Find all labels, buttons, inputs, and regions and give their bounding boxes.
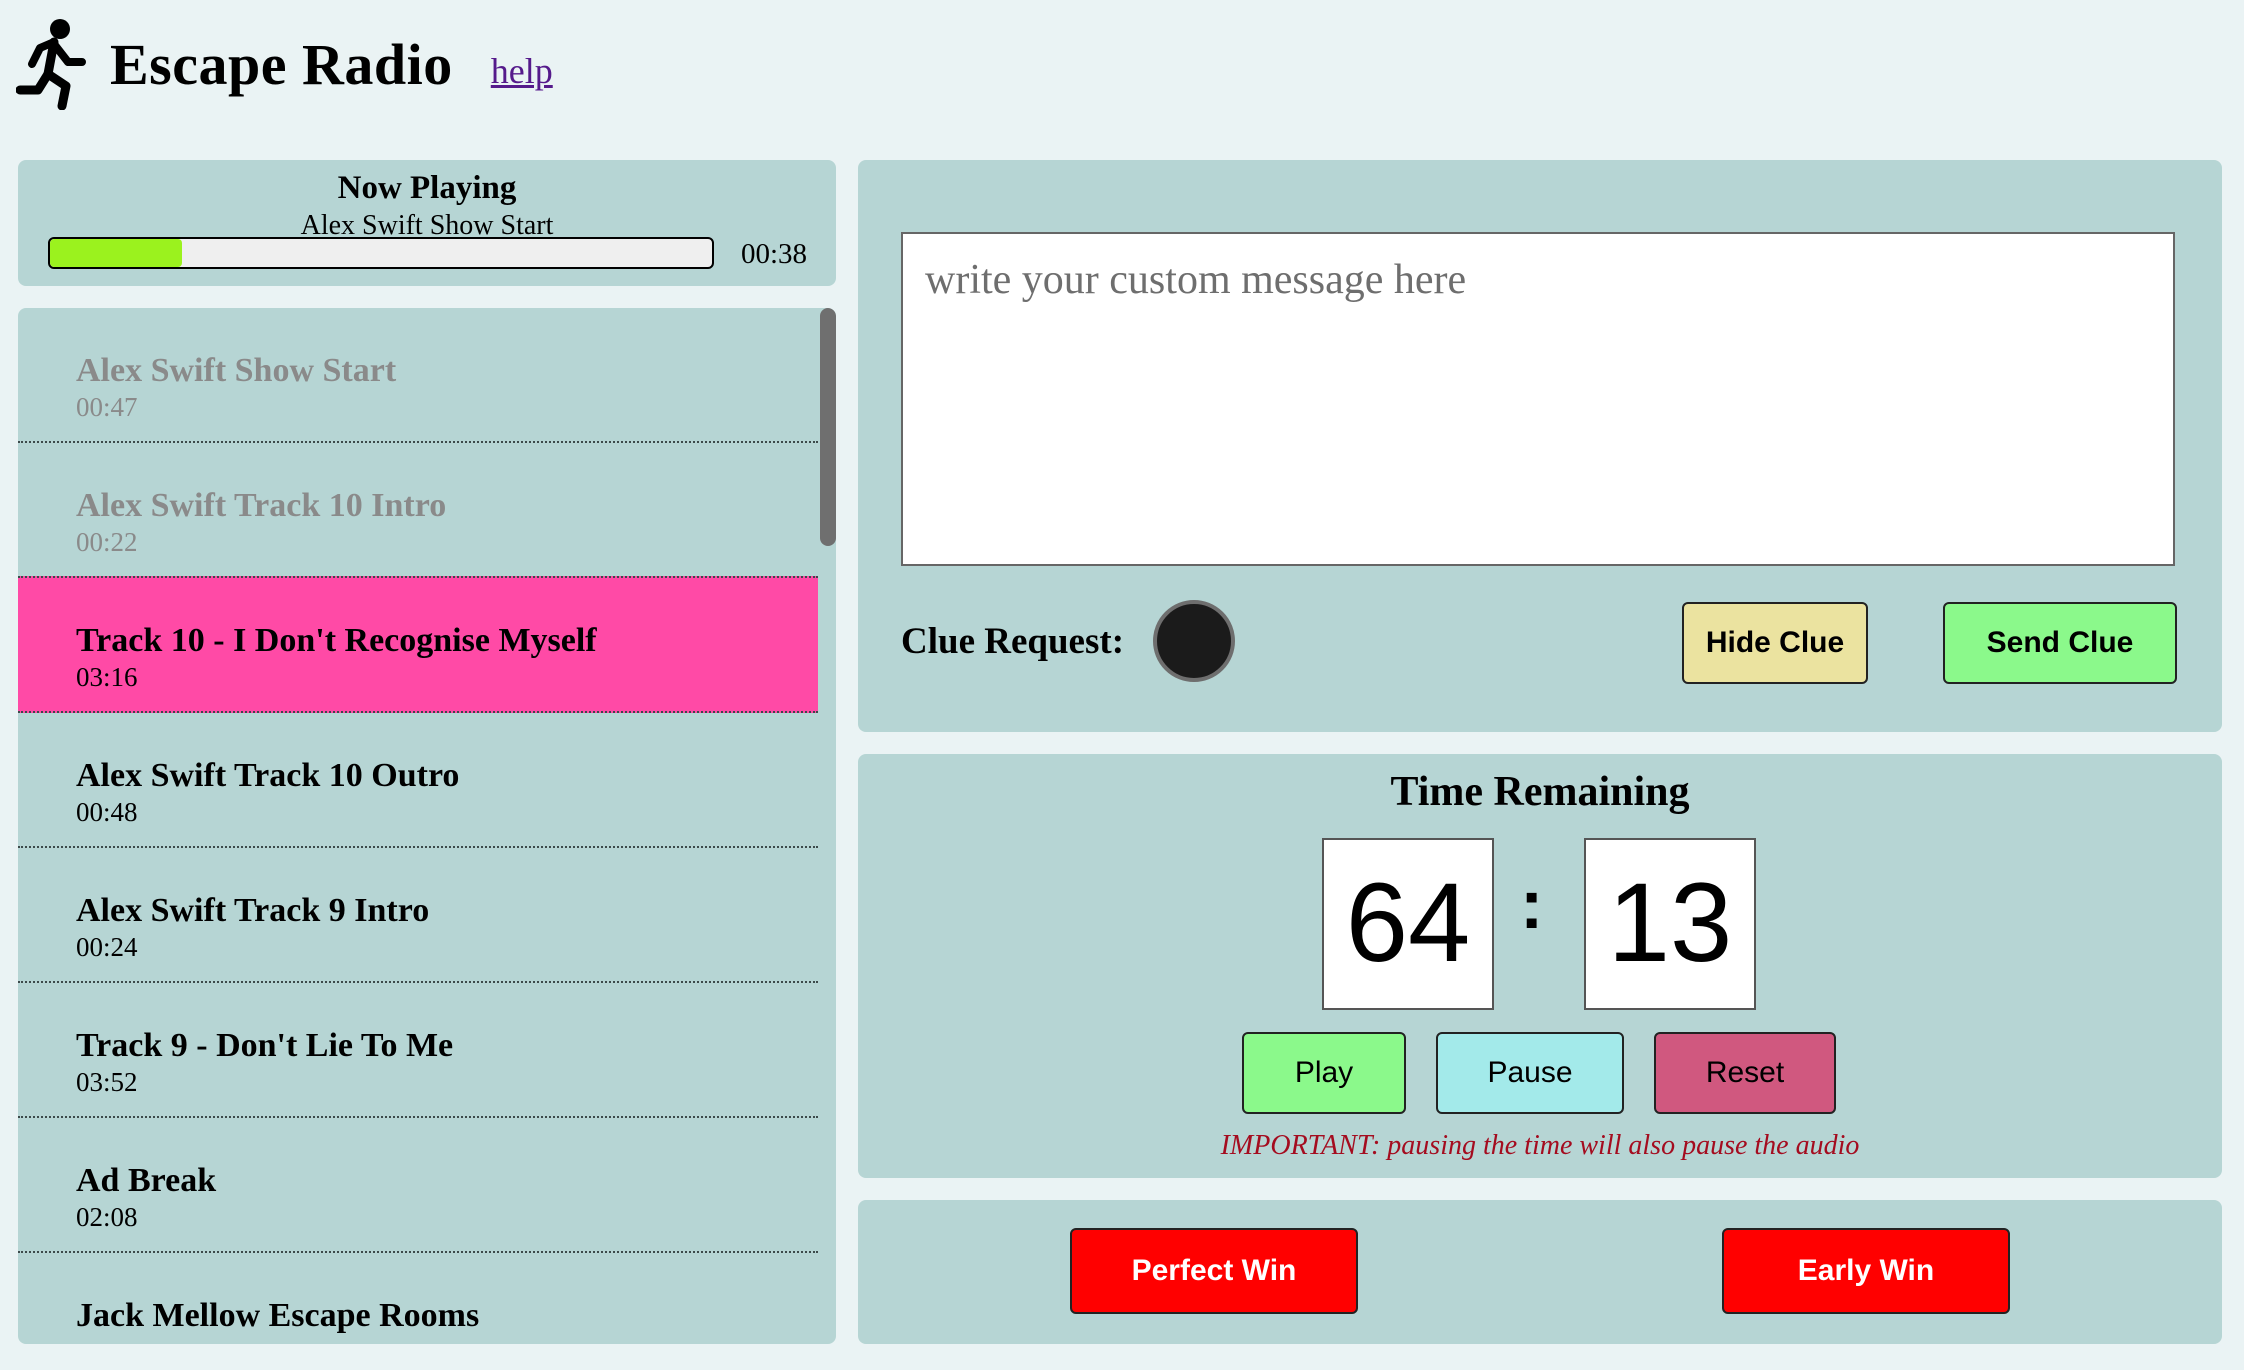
now-playing-heading: Now Playing bbox=[337, 170, 517, 206]
early-win-button[interactable]: Early Win bbox=[1722, 1228, 2010, 1314]
clue-request-label: Clue Request: bbox=[901, 621, 1125, 662]
track-duration: 00:24 bbox=[76, 932, 138, 962]
track-item[interactable]: Track 10 - I Don't Recognise Myself 03:16 bbox=[18, 576, 818, 713]
track-item[interactable]: Alex Swift Track 9 Intro 00:24 bbox=[18, 848, 818, 983]
time-remaining-title: Time Remaining bbox=[1390, 769, 1690, 815]
pause-button[interactable]: Pause bbox=[1436, 1032, 1624, 1114]
clue-request-indicator bbox=[1153, 600, 1235, 682]
pause-warning: IMPORTANT: pausing the time will also pa… bbox=[1220, 1130, 1860, 1161]
track-name: Jack Mellow Escape Rooms bbox=[76, 1297, 480, 1334]
timer-panel: Time Remaining 64 : 13 Play Pause Reset … bbox=[858, 754, 2222, 1178]
track-name: Track 10 - I Don't Recognise Myself bbox=[76, 622, 597, 659]
now-playing-panel: Now Playing Alex Swift Show Start 00:38 bbox=[18, 160, 836, 286]
track-item[interactable]: Track 9 - Don't Lie To Me 03:52 bbox=[18, 983, 818, 1118]
hide-clue-button[interactable]: Hide Clue bbox=[1682, 602, 1868, 684]
seconds-display: 13 bbox=[1584, 838, 1756, 1010]
track-name: Track 9 - Don't Lie To Me bbox=[76, 1027, 454, 1064]
message-panel: Clue Request: Hide Clue Send Clue bbox=[858, 160, 2222, 732]
play-button[interactable]: Play bbox=[1242, 1032, 1406, 1114]
track-list: Alex Swift Show Start 00:47 Alex Swift Tra… bbox=[18, 308, 818, 1344]
app-title: Escape Radio bbox=[110, 31, 453, 97]
playback-progress-bar[interactable] bbox=[48, 237, 714, 269]
playback-progress-fill bbox=[50, 239, 183, 267]
track-duration: 00:48 bbox=[76, 797, 138, 827]
track-item[interactable]: Alex Swift Track 10 Intro 00:22 bbox=[18, 443, 818, 578]
app-header: Escape Radio help bbox=[15, 14, 553, 114]
win-panel: Perfect Win Early Win bbox=[858, 1200, 2222, 1344]
perfect-win-button[interactable]: Perfect Win bbox=[1070, 1228, 1358, 1314]
track-duration: 02:08 bbox=[76, 1202, 138, 1232]
track-item[interactable]: Jack Mellow Escape Rooms bbox=[18, 1253, 818, 1344]
track-item[interactable]: Alex Swift Show Start 00:47 bbox=[18, 308, 818, 443]
reset-button[interactable]: Reset bbox=[1654, 1032, 1836, 1114]
playlist-scrollbar[interactable] bbox=[818, 308, 836, 1344]
track-name: Alex Swift Track 9 Intro bbox=[76, 892, 430, 929]
track-item[interactable]: Ad Break 02:08 bbox=[18, 1118, 818, 1253]
track-duration: 00:47 bbox=[76, 392, 138, 422]
track-duration: 03:16 bbox=[76, 662, 138, 692]
playlist-panel: Alex Swift Show Start 00:47 Alex Swift Tra… bbox=[18, 308, 836, 1344]
track-name: Alex Swift Track 10 Outro bbox=[76, 757, 460, 794]
track-item[interactable]: Alex Swift Track 10 Outro 00:48 bbox=[18, 713, 818, 848]
send-clue-button[interactable]: Send Clue bbox=[1943, 602, 2177, 684]
scrollbar-thumb[interactable] bbox=[820, 308, 836, 546]
time-separator: : bbox=[1520, 865, 1544, 943]
minutes-display: 64 bbox=[1322, 838, 1494, 1010]
custom-message-input[interactable] bbox=[901, 232, 2175, 566]
track-duration: 00:22 bbox=[76, 527, 138, 557]
help-link[interactable]: help bbox=[491, 50, 553, 92]
elapsed-time: 00:38 bbox=[741, 238, 808, 270]
track-duration: 03:52 bbox=[76, 1067, 138, 1097]
track-name: Ad Break bbox=[76, 1162, 217, 1199]
track-name: Alex Swift Track 10 Intro bbox=[76, 487, 447, 524]
running-person-icon bbox=[15, 18, 92, 111]
track-name: Alex Swift Show Start bbox=[76, 352, 397, 389]
